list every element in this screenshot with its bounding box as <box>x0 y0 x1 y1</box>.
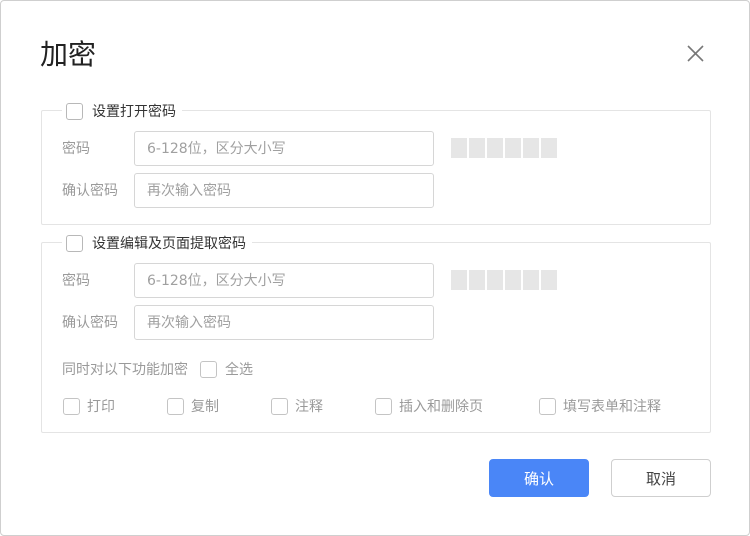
strength-segment <box>505 270 521 290</box>
encrypt-dialog: 加密 设置打开密码 密码 确认密码 设置编辑及页面提取密码 密码 确认密码 同时… <box>0 0 750 536</box>
edit-password-confirm-input[interactable] <box>134 305 434 340</box>
edit-password-legend: 设置编辑及页面提取密码 <box>62 233 252 253</box>
option-fill-forms-annotate-label: 填写表单和注释 <box>563 399 661 415</box>
edit-password-group: 设置编辑及页面提取密码 密码 确认密码 同时对以下功能加密 全选 打印 复制 注… <box>41 233 711 433</box>
open-password-confirm-label: 确认密码 <box>62 183 118 199</box>
option-insert-delete-pages-label: 插入和删除页 <box>399 399 483 415</box>
option-insert-delete-pages-checkbox[interactable] <box>375 397 392 415</box>
edit-password-label: 密码 <box>62 273 90 289</box>
strength-segment <box>523 138 539 158</box>
edit-password-input[interactable] <box>134 263 434 298</box>
confirm-button[interactable]: 确认 <box>489 459 589 497</box>
select-all-checkbox[interactable] <box>200 360 217 378</box>
edit-password-strength-meter <box>451 270 557 290</box>
strength-segment <box>541 138 557 158</box>
dialog-title: 加密 <box>40 38 97 71</box>
close-icon[interactable] <box>684 42 708 66</box>
strength-segment <box>487 138 503 158</box>
open-password-legend: 设置打开密码 <box>62 101 182 121</box>
option-print[interactable]: 打印 <box>63 396 115 416</box>
strength-segment <box>505 138 521 158</box>
open-password-strength-meter <box>451 138 557 158</box>
open-password-checkbox[interactable] <box>66 102 83 120</box>
features-row: 同时对以下功能加密 全选 <box>62 359 253 379</box>
edit-password-checkbox[interactable] <box>66 234 83 252</box>
option-copy-checkbox[interactable] <box>167 397 184 415</box>
option-copy-label: 复制 <box>191 399 219 415</box>
open-password-legend-label: 设置打开密码 <box>92 104 176 120</box>
edit-password-confirm-label: 确认密码 <box>62 315 118 331</box>
strength-segment <box>541 270 557 290</box>
edit-password-legend-label: 设置编辑及页面提取密码 <box>92 236 246 252</box>
strength-segment <box>469 270 485 290</box>
strength-segment <box>487 270 503 290</box>
cancel-button[interactable]: 取消 <box>611 459 711 497</box>
strength-segment <box>469 138 485 158</box>
option-fill-forms-annotate[interactable]: 填写表单和注释 <box>539 396 661 416</box>
option-copy[interactable]: 复制 <box>167 396 219 416</box>
select-all-label: 全选 <box>225 362 253 378</box>
strength-segment <box>451 270 467 290</box>
features-label: 同时对以下功能加密 <box>62 362 188 378</box>
option-print-label: 打印 <box>87 399 115 415</box>
strength-segment <box>523 270 539 290</box>
open-password-input[interactable] <box>134 131 434 166</box>
open-password-confirm-input[interactable] <box>134 173 434 208</box>
option-annotate-checkbox[interactable] <box>271 397 288 415</box>
option-insert-delete-pages[interactable]: 插入和删除页 <box>375 396 483 416</box>
open-password-label: 密码 <box>62 141 90 157</box>
option-fill-forms-annotate-checkbox[interactable] <box>539 397 556 415</box>
option-annotate[interactable]: 注释 <box>271 396 323 416</box>
option-print-checkbox[interactable] <box>63 397 80 415</box>
option-annotate-label: 注释 <box>295 399 323 415</box>
strength-segment <box>451 138 467 158</box>
open-password-group: 设置打开密码 密码 确认密码 <box>41 101 711 225</box>
